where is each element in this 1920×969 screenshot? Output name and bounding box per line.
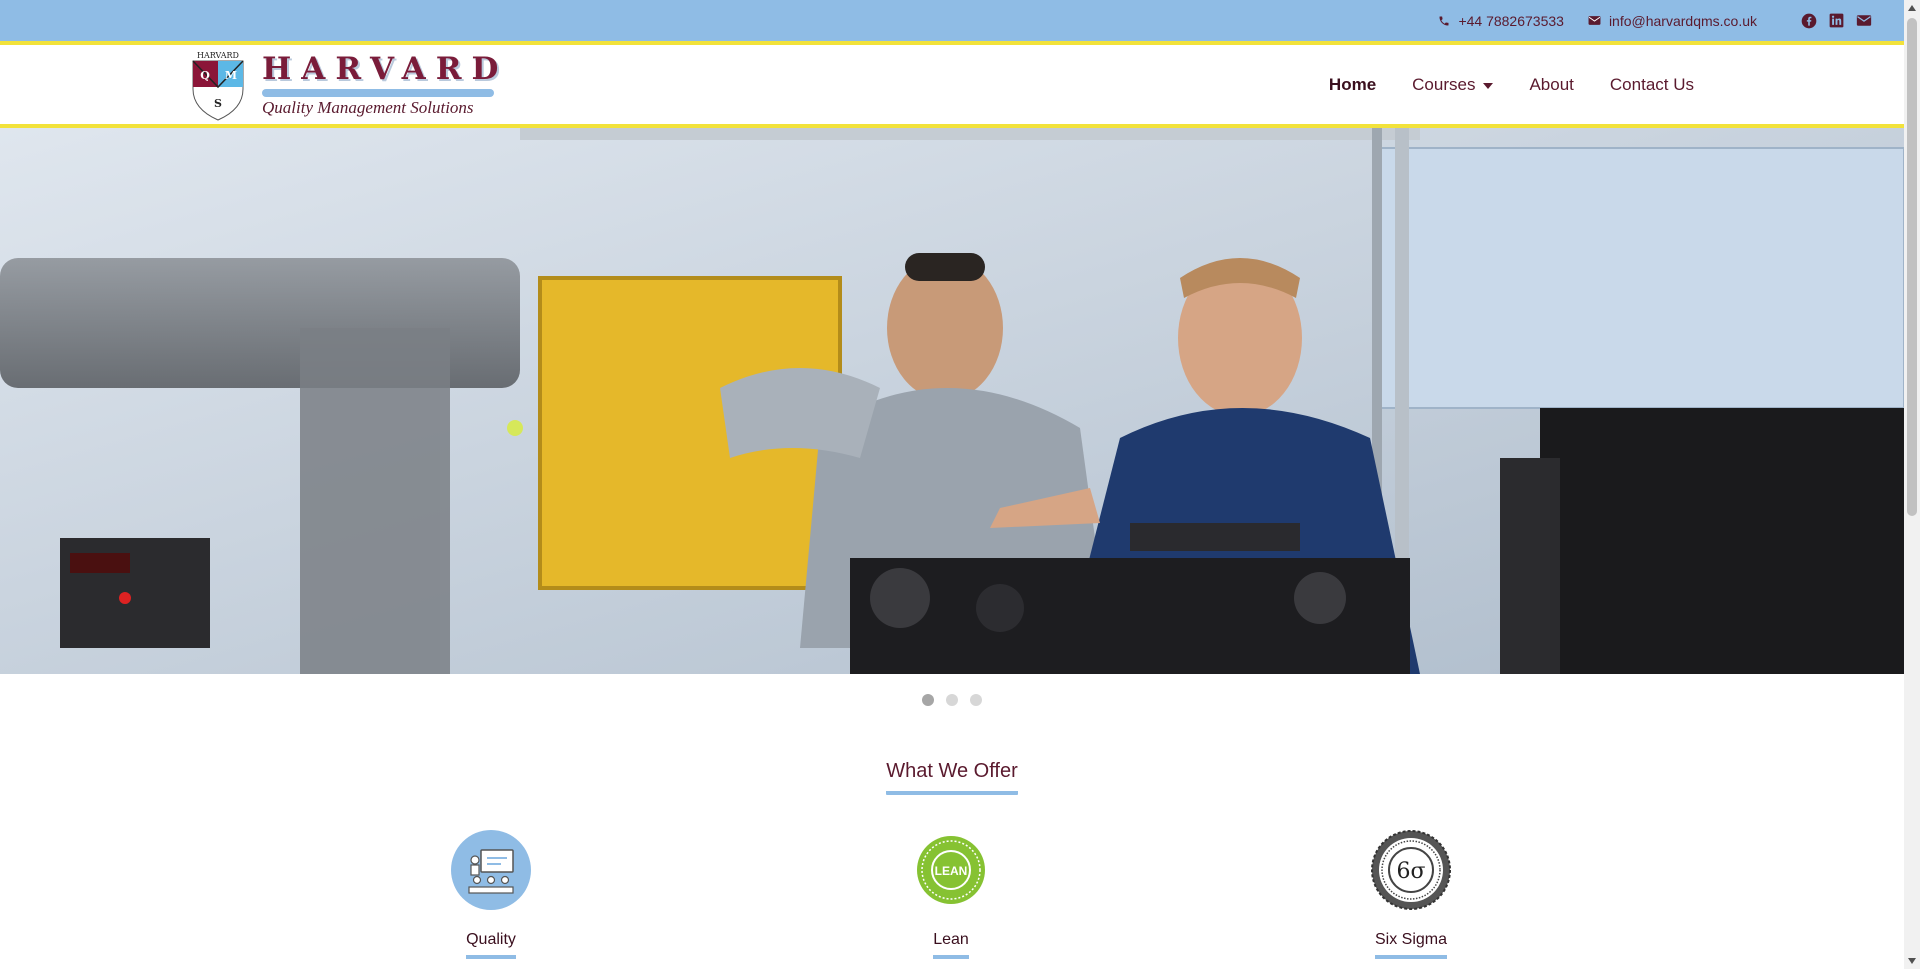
chevron-down-icon [1483,83,1494,89]
phone-contact[interactable]: +44 7882673533 [1438,13,1564,29]
nav-home-label: Home [1328,74,1377,94]
nav-contact[interactable]: Contact Us [1610,75,1694,95]
lean-badge-icon: LEAN [917,836,985,904]
svg-text:LEAN: LEAN [935,864,968,878]
what-we-offer-title: What We Offer [886,760,1018,795]
nav-courses-label: Courses [1412,74,1476,94]
offer-lean[interactable]: LEAN Lean [851,830,1051,959]
svg-text:M: M [225,69,237,82]
envelope-icon[interactable] [1856,14,1872,27]
page-scrollbar[interactable] [1904,0,1920,969]
nav-about-label: About [1529,74,1574,94]
site-logo[interactable]: HARVARD Q M S HARVARD Quality Management… [190,49,500,121]
phone-icon [1439,16,1449,25]
email-icon [1588,16,1601,25]
crest-icon: HARVARD Q M S [192,51,244,121]
scroll-up-arrow[interactable] [1904,0,1920,16]
nav-courses[interactable]: Courses [1412,74,1494,95]
offer-six-sigma[interactable]: 6σ Six Sigma [1311,830,1511,959]
offer-quality-label: Quality [466,931,516,959]
brand-title: HARVARD [262,51,509,87]
scrollbar-thumb[interactable] [1907,18,1917,516]
offer-six-sigma-label: Six Sigma [1374,931,1448,959]
six-sigma-seal-icon: 6σ [1371,830,1451,910]
offer-quality[interactable]: Quality [391,830,591,959]
svg-text:HARVARD: HARVARD [197,51,239,60]
email-contact[interactable]: info@harvardqms.co.uk [1588,13,1757,29]
social-links [1789,13,1872,29]
carousel-dot-1[interactable] [922,694,934,706]
training-presentation-icon [451,830,531,910]
section-heading: What We Offer [0,760,1904,795]
nav-contact-label: Contact Us [1609,74,1694,94]
svg-text:Q: Q [200,69,210,82]
site-header: HARVARD Q M S HARVARD Quality Management… [0,45,1904,124]
linkedin-icon[interactable] [1829,13,1844,28]
email-address: info@harvardqms.co.uk [1608,12,1757,29]
main-nav: Home Courses About Contact Us [1293,45,1694,124]
brand-underline [262,89,494,97]
top-contact-bar: +44 7882673533 info@harvardqms.co.uk [0,0,1904,41]
carousel-indicators [0,694,1904,706]
carousel-dot-2[interactable] [946,694,958,706]
carousel-dot-3[interactable] [970,694,982,706]
nav-home[interactable]: Home [1329,75,1376,95]
phone-number: +44 7882673533 [1458,12,1564,29]
scroll-down-arrow[interactable] [1904,953,1920,969]
hero-image [0,128,1904,674]
svg-text:S: S [214,97,222,110]
svg-text:6σ: 6σ [1396,859,1425,884]
facebook-icon[interactable] [1801,13,1817,29]
brand-subtitle: Quality Management Solutions [262,98,474,117]
hero-carousel[interactable] [0,128,1904,674]
nav-about[interactable]: About [1529,75,1573,95]
offer-lean-label: Lean [933,931,969,959]
